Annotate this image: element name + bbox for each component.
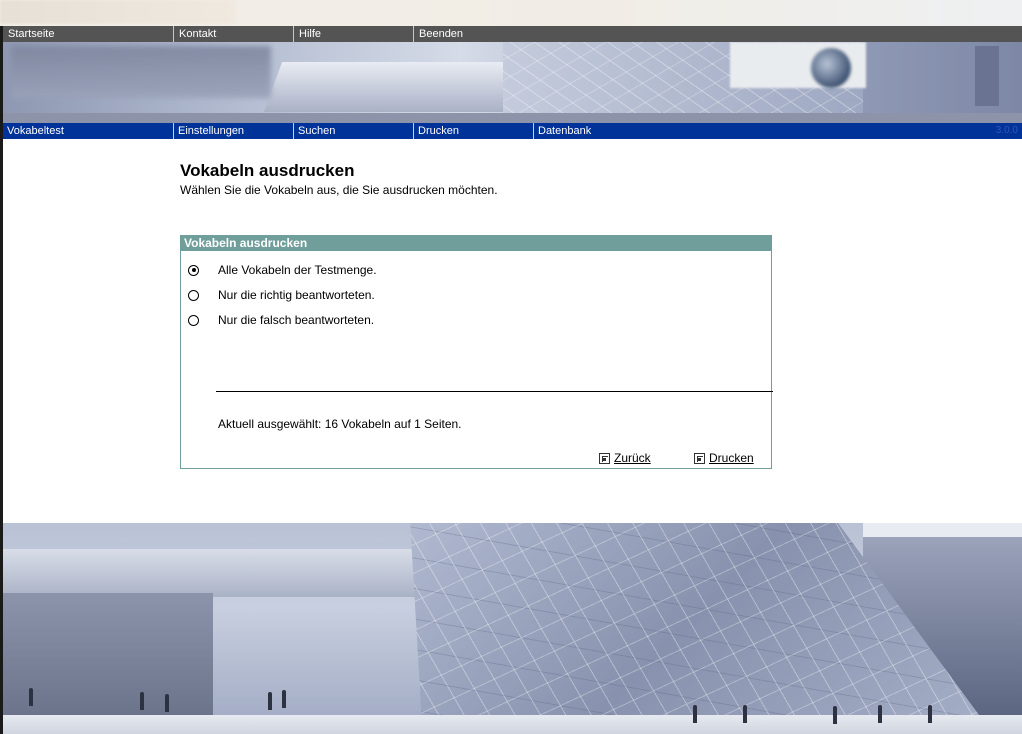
option-wrong-label: Nur die falsch beantworteten. (218, 313, 375, 327)
version-label: 3.0.0 (995, 125, 1018, 136)
footer-bridge (3, 549, 463, 597)
banner-ground (3, 113, 1022, 123)
option-all[interactable]: Alle Vokabeln der Testmenge. (188, 262, 377, 278)
back-button[interactable]: Zurück (599, 451, 651, 465)
top-nav-beenden[interactable]: Beenden (413, 26, 533, 42)
banner-building (263, 62, 533, 112)
footer-person (140, 692, 144, 710)
main-nav-vokabeltest[interactable]: Vokabeltest (3, 123, 173, 139)
footer-plaza (3, 715, 1022, 734)
footer-person (165, 694, 169, 712)
page-title: Vokabeln ausdrucken (180, 161, 355, 180)
footer-person (282, 690, 286, 708)
option-all-label: Alle Vokabeln der Testmenge. (218, 263, 377, 277)
footer-person (928, 705, 932, 723)
print-button[interactable]: Drucken (694, 451, 754, 465)
back-arrow-icon (599, 452, 610, 464)
blurred-logo (11, 46, 271, 98)
footer-banner-image (3, 523, 1022, 734)
footer-person (743, 705, 747, 723)
selection-summary: Aktuell ausgewählt: 16 Vokabeln auf 1 Se… (218, 417, 462, 431)
footer-person (693, 705, 697, 723)
radio-all[interactable] (188, 264, 199, 276)
footer-person (29, 688, 33, 706)
option-correct-label: Nur die richtig beantworteten. (218, 288, 375, 302)
panel-divider (216, 391, 773, 392)
panel-header: Vokabeln ausdrucken (181, 236, 771, 251)
option-correct[interactable]: Nur die richtig beantworteten. (188, 287, 375, 303)
top-nav-hilfe[interactable]: Hilfe (293, 26, 413, 42)
radio-correct[interactable] (188, 289, 199, 301)
footer-person (268, 692, 272, 710)
main-nav-drucken[interactable]: Drucken (413, 123, 533, 139)
print-link[interactable]: Drucken (709, 451, 754, 465)
blurred-tab (0, 0, 236, 24)
top-nav: Startseite Kontakt Hilfe Beenden (3, 26, 1022, 42)
globe-icon (811, 48, 851, 88)
main-nav-suchen[interactable]: Suchen (293, 123, 413, 139)
main-nav: Vokabeltest Einstellungen Suchen Drucken… (3, 123, 1022, 139)
top-nav-startseite[interactable]: Startseite (3, 26, 173, 42)
footer-left-building (3, 593, 213, 723)
footer-person (878, 705, 882, 723)
footer-person (833, 706, 837, 724)
browser-top-strip (0, 0, 1022, 26)
option-wrong[interactable]: Nur die falsch beantworteten. (188, 312, 374, 328)
banner-tower (975, 46, 999, 106)
back-link[interactable]: Zurück (614, 451, 651, 465)
print-arrow-icon (694, 452, 705, 464)
print-panel: Vokabeln ausdrucken Alle Vokabeln der Te… (180, 235, 773, 469)
top-nav-kontakt[interactable]: Kontakt (173, 26, 293, 42)
radio-wrong[interactable] (188, 314, 199, 326)
header-banner-image (3, 42, 1022, 123)
main-nav-datenbank[interactable]: Datenbank (533, 123, 653, 139)
main-nav-einstellungen[interactable]: Einstellungen (173, 123, 293, 139)
page-subtitle: Wählen Sie die Vokabeln aus, die Sie aus… (180, 183, 498, 197)
